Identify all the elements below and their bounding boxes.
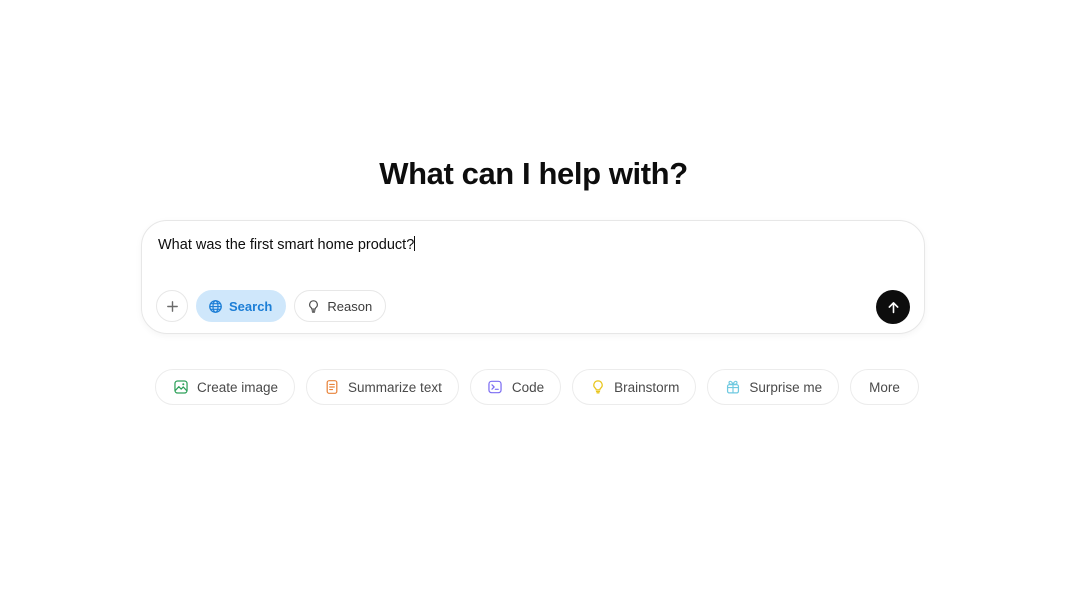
reason-toggle-button[interactable]: Reason [294, 290, 387, 322]
gift-icon [724, 379, 741, 396]
lightbulb-icon [306, 299, 321, 314]
attach-button[interactable] [156, 290, 188, 322]
arrow-up-icon [885, 299, 902, 316]
suggestion-chip-label: Create image [197, 379, 279, 395]
send-button[interactable] [876, 290, 910, 324]
page-title: What can I help with? [379, 156, 688, 191]
suggestion-chip-brainstorm[interactable]: Brainstorm [572, 369, 697, 405]
image-icon [172, 379, 189, 396]
suggestion-chip-summarize-text[interactable]: Summarize text [306, 369, 459, 405]
suggestion-chip-more[interactable]: More [850, 369, 919, 405]
reason-toggle-label: Reason [327, 298, 373, 314]
composer-toolbar: Search Reason [156, 290, 387, 322]
suggestion-chip-label: More [869, 379, 900, 395]
suggestion-chip-label: Summarize text [348, 379, 442, 395]
suggestion-chip-label: Code [511, 379, 545, 395]
search-toggle-label: Search [229, 298, 273, 314]
search-toggle-button[interactable]: Search [196, 290, 287, 322]
suggestion-chips: Create image Summarize text Code Brainst… [155, 369, 919, 405]
suggestion-chip-create-image[interactable]: Create image [155, 369, 296, 405]
text-caret [414, 236, 416, 251]
suggestion-chip-label: Surprise me [749, 379, 823, 395]
prompt-input-value: What was the first smart home product? [158, 237, 415, 253]
suggestion-chip-code[interactable]: Code [469, 369, 562, 405]
suggestion-chip-surprise-me[interactable]: Surprise me [707, 369, 840, 405]
prompt-input[interactable]: What was the first smart home product? [158, 235, 864, 255]
document-icon [323, 379, 340, 396]
suggestion-chip-label: Brainstorm [614, 379, 680, 395]
lightbulb-icon [589, 379, 606, 396]
app-root: What can I help with? What was the first… [0, 0, 1067, 591]
terminal-icon [487, 379, 504, 396]
globe-icon [208, 299, 223, 314]
plus-icon [165, 299, 180, 314]
composer[interactable]: What was the first smart home product? S… [141, 220, 925, 334]
